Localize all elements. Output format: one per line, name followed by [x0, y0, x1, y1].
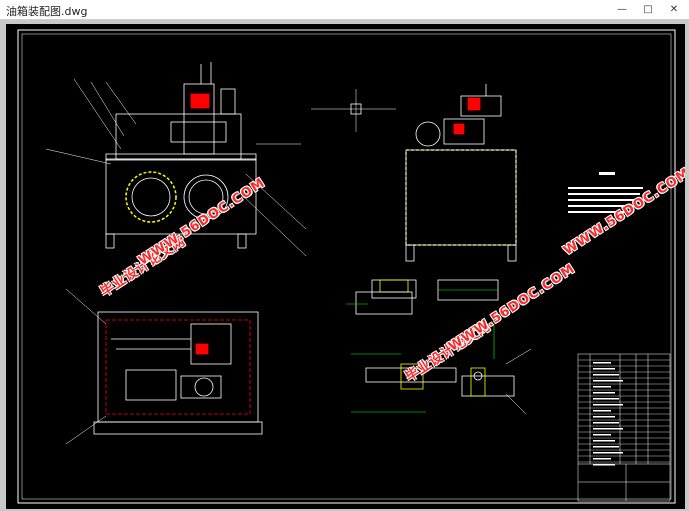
parts-list-text-mark	[593, 464, 615, 466]
side-view	[311, 84, 517, 262]
parts-list-table	[577, 353, 671, 502]
title-bar: 油箱装配图.dwg — □ ✕	[0, 0, 689, 20]
window-title: 油箱装配图.dwg	[6, 5, 88, 18]
parts-list-text-mark	[593, 434, 611, 436]
front-view	[45, 62, 307, 257]
parts-list-text-mark	[593, 422, 619, 424]
parts-list-text-mark	[593, 362, 611, 364]
parts-list-text-mark	[593, 410, 611, 412]
parts-list-rows	[578, 359, 670, 466]
minimize-icon[interactable]: —	[609, 0, 635, 19]
drawing-svg	[17, 29, 676, 504]
drawing-border	[17, 29, 676, 504]
parts-list-text-mark	[593, 392, 615, 394]
top-view	[65, 288, 263, 445]
maximize-icon[interactable]: □	[635, 0, 661, 19]
close-icon[interactable]: ✕	[661, 0, 687, 19]
parts-list-text-mark	[593, 368, 615, 370]
parts-list-text-mark	[593, 374, 619, 376]
parts-list-text-mark	[593, 452, 623, 454]
parts-list-text-mark	[593, 446, 619, 448]
parts-list-text-mark	[593, 380, 623, 382]
parts-list-text-mark	[593, 398, 619, 400]
parts-list-text-mark	[593, 428, 623, 430]
parts-list-text-mark	[593, 458, 611, 460]
parts-list-text-mark	[593, 416, 615, 418]
parts-list-text-mark	[593, 440, 615, 442]
parts-list-text-mark	[593, 404, 623, 406]
parts-list-text-mark	[593, 386, 611, 388]
cad-drawing-canvas[interactable]: 毕业设计论文网 WWW.56DOC.COM WWW.56DOC.COM 毕业设计…	[6, 24, 685, 509]
